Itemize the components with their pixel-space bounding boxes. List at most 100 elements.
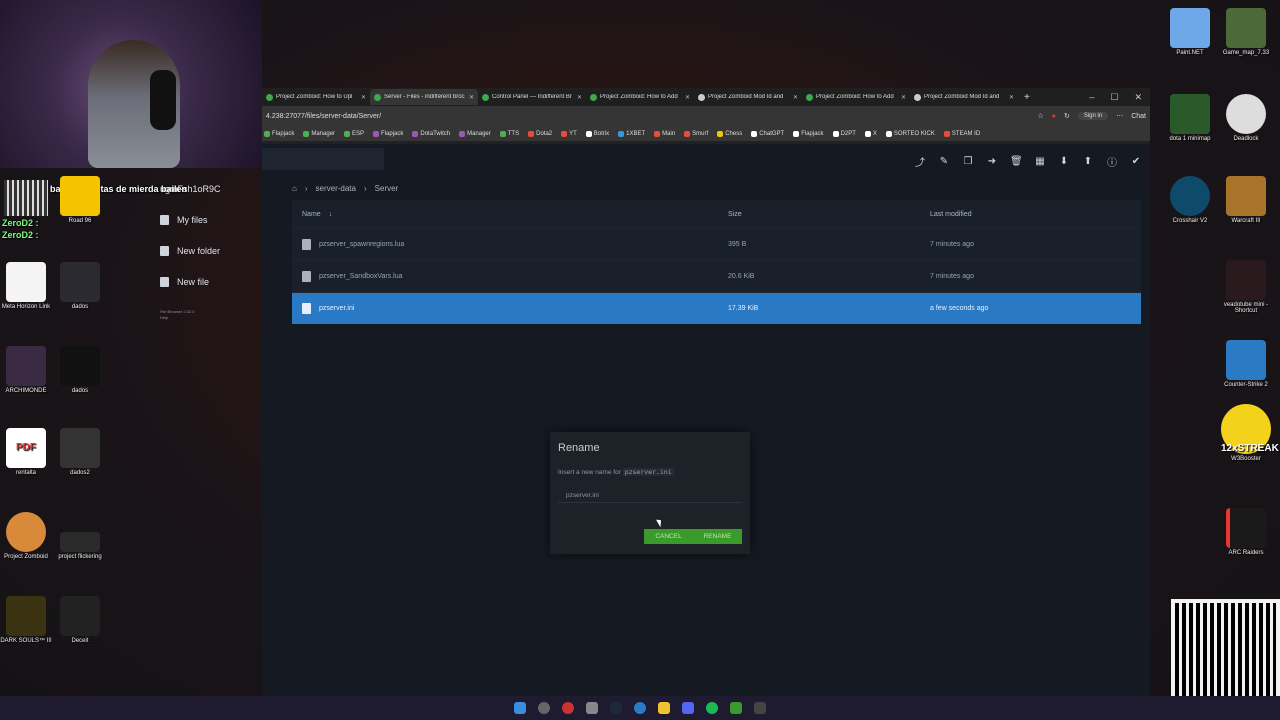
desktop-icon-paint-net[interactable]: Paint.NET <box>1162 8 1218 56</box>
desktop-icon-archimonde[interactable]: ARCHIMONDE <box>0 346 54 394</box>
close-tab-icon[interactable]: ✕ <box>901 94 906 101</box>
browser-tab[interactable]: Project Zomboid Mod Id and ✕ <box>694 89 802 105</box>
search-icon[interactable] <box>538 702 550 714</box>
download-icon[interactable]: ⬇ <box>1058 156 1070 167</box>
extension-icon[interactable]: ● <box>1052 113 1056 120</box>
desktop-icon-dados-2[interactable]: dados <box>52 346 108 394</box>
bookmark[interactable]: Botrix <box>585 130 609 137</box>
desktop-icon-dados[interactable]: dados <box>52 262 108 310</box>
desktop-icon-counter-strike-2[interactable]: Counter-Strike 2 <box>1218 340 1274 388</box>
bookmark[interactable]: YT <box>561 130 577 137</box>
bookmark[interactable]: Manager <box>303 130 335 137</box>
menu-icon[interactable]: ⋯ <box>1116 112 1123 120</box>
desktop-icon-meta-horizon-link[interactable]: Meta Horizon Link <box>0 262 54 310</box>
app-icon[interactable] <box>730 702 742 714</box>
close-tab-icon[interactable]: ✕ <box>469 94 474 101</box>
app-icon[interactable] <box>754 702 766 714</box>
bookmark[interactable]: ChatGPT <box>751 130 784 137</box>
app-icon[interactable] <box>562 702 574 714</box>
desktop-icon-dados2[interactable]: dados2 <box>52 428 108 476</box>
close-tab-icon[interactable]: ✕ <box>361 94 366 101</box>
breadcrumb-item[interactable]: Server <box>375 184 399 193</box>
move-icon[interactable]: ➜ <box>986 156 998 167</box>
star-icon[interactable]: ☆ <box>1037 112 1043 120</box>
url-field[interactable]: 4.238:27077/files/server-data/Server/ <box>266 113 1037 120</box>
new-tab-icon[interactable]: + <box>1024 92 1030 103</box>
edit-icon[interactable]: ✎ <box>938 156 950 167</box>
sidebar-item-new-file[interactable]: New file <box>148 266 280 297</box>
file-row[interactable]: pzserver_SandboxVars.lua 20.6 KiB 7 minu… <box>292 260 1141 292</box>
desktop-icon-warcraft-3[interactable]: Warcraft III <box>1218 176 1274 224</box>
bookmark[interactable]: Flapjack <box>264 130 294 137</box>
desktop-icon-rentalta[interactable]: PDF rentalta <box>0 428 54 476</box>
desktop-icon-veadotube[interactable]: veadotube mini - Shortcut <box>1218 260 1274 314</box>
bookmark[interactable]: Manager <box>459 130 491 137</box>
bookmark[interactable]: STEAM ID <box>943 130 980 137</box>
breadcrumb-item[interactable]: server-data <box>316 184 356 193</box>
column-name[interactable]: Name ↓ <box>292 211 728 218</box>
upload-icon[interactable]: ⬆ <box>1082 156 1094 167</box>
desktop-icon-deceit[interactable]: Deceit <box>52 596 108 644</box>
close-tab-icon[interactable]: ✕ <box>793 94 798 101</box>
desktop-icon-crosshair[interactable]: Crosshair V2 <box>1162 176 1218 224</box>
desktop-icon-project-flickering[interactable]: project flickering <box>52 512 108 560</box>
copy-icon[interactable]: ❐ <box>962 156 974 167</box>
desktop-icon-dota-minimap[interactable]: dota 1 minimap <box>1162 94 1218 142</box>
sign-in-button[interactable]: Sign in <box>1077 112 1109 120</box>
browser-tab[interactable]: Project Zomboid: How to Add ✕ <box>802 89 910 105</box>
share-icon[interactable]: ⤴ <box>914 154 926 169</box>
sidebar-item-my-files[interactable]: My files <box>148 204 280 235</box>
app-icon[interactable] <box>586 702 598 714</box>
help-link[interactable]: Help <box>160 315 280 321</box>
browser-tab[interactable]: Project Zomboid Mod Id and ✕ <box>910 89 1018 105</box>
edge-icon[interactable] <box>634 702 646 714</box>
desktop-icon-arc-raiders[interactable]: ARC Raiders <box>1218 508 1274 556</box>
info-icon[interactable]: ⓘ <box>1106 154 1118 169</box>
delete-icon[interactable]: 🗑 <box>1010 156 1023 167</box>
desktop-icon-road96[interactable]: Road 96 <box>52 176 108 224</box>
sort-arrow-icon[interactable]: ↓ <box>329 211 333 218</box>
file-row-selected[interactable]: pzserver.ini 17.39 KiB a few seconds ago <box>292 292 1141 324</box>
home-icon[interactable]: ⌂ <box>292 184 297 193</box>
desktop-icon-project-zomboid[interactable]: Project Zomboid <box>0 512 54 560</box>
close-window-icon[interactable]: ✕ <box>1134 92 1142 103</box>
discord-icon[interactable] <box>682 702 694 714</box>
bookmark[interactable]: X <box>864 130 877 137</box>
rename-button[interactable]: RENAME <box>693 529 742 544</box>
minimize-icon[interactable]: – <box>1089 92 1094 103</box>
bookmark[interactable]: ESP <box>344 130 364 137</box>
bookmark[interactable]: Flapjack <box>793 130 824 137</box>
bookmark[interactable]: Chess <box>717 130 742 137</box>
bookmark[interactable]: SORTEO KICK <box>885 130 935 137</box>
browser-tab-active[interactable]: Server - Files - indifferent broc ✕ <box>370 89 478 105</box>
reload-icon[interactable]: ↻ <box>1064 112 1070 120</box>
new-name-input[interactable] <box>558 489 742 503</box>
close-tab-icon[interactable]: ✕ <box>685 94 690 101</box>
bookmark[interactable]: 1XBET <box>618 130 645 137</box>
bookmark[interactable]: Smurf <box>684 130 708 137</box>
select-icon[interactable]: ✔ <box>1130 156 1142 167</box>
sidebar-item-new-folder[interactable]: New folder <box>148 235 280 266</box>
file-row[interactable]: pzserver_spawnregions.lua 395 B 7 minute… <box>292 228 1141 260</box>
column-modified[interactable]: Last modified <box>930 211 1141 218</box>
close-tab-icon[interactable]: ✕ <box>1009 94 1014 101</box>
browser-tab[interactable]: Project Zomboid: How to Upl ✕ <box>262 89 370 105</box>
bookmark[interactable]: TTS <box>499 130 519 137</box>
grid-view-icon[interactable]: ▦ <box>1034 156 1046 167</box>
browser-tab[interactable]: Control Panel — Indifferent Br ✕ <box>478 89 586 105</box>
close-tab-icon[interactable]: ✕ <box>577 94 582 101</box>
bookmark[interactable]: DotaTwitch <box>412 130 450 137</box>
desktop-icon-game-map[interactable]: Game_map_7.33 <box>1218 8 1274 56</box>
desktop-icon-dark-souls-3[interactable]: DARK SOULS™ III <box>0 596 54 644</box>
bookmark[interactable]: Main <box>654 130 675 137</box>
start-icon[interactable] <box>514 702 526 714</box>
bookmark[interactable]: Flapjack <box>373 130 403 137</box>
folder-icon[interactable] <box>658 702 670 714</box>
browser-tab[interactable]: Project Zomboid: How to Add ✕ <box>586 89 694 105</box>
cancel-button[interactable]: CANCEL <box>644 529 693 544</box>
desktop-icon-deadlock[interactable]: Deadlock <box>1218 94 1274 142</box>
maximize-icon[interactable]: ☐ <box>1110 92 1118 103</box>
spotify-icon[interactable] <box>706 702 718 714</box>
steam-icon[interactable] <box>610 702 622 714</box>
desktop-icon-w3booster[interactable]: 12xSTREAK W3Booster <box>1218 404 1279 462</box>
